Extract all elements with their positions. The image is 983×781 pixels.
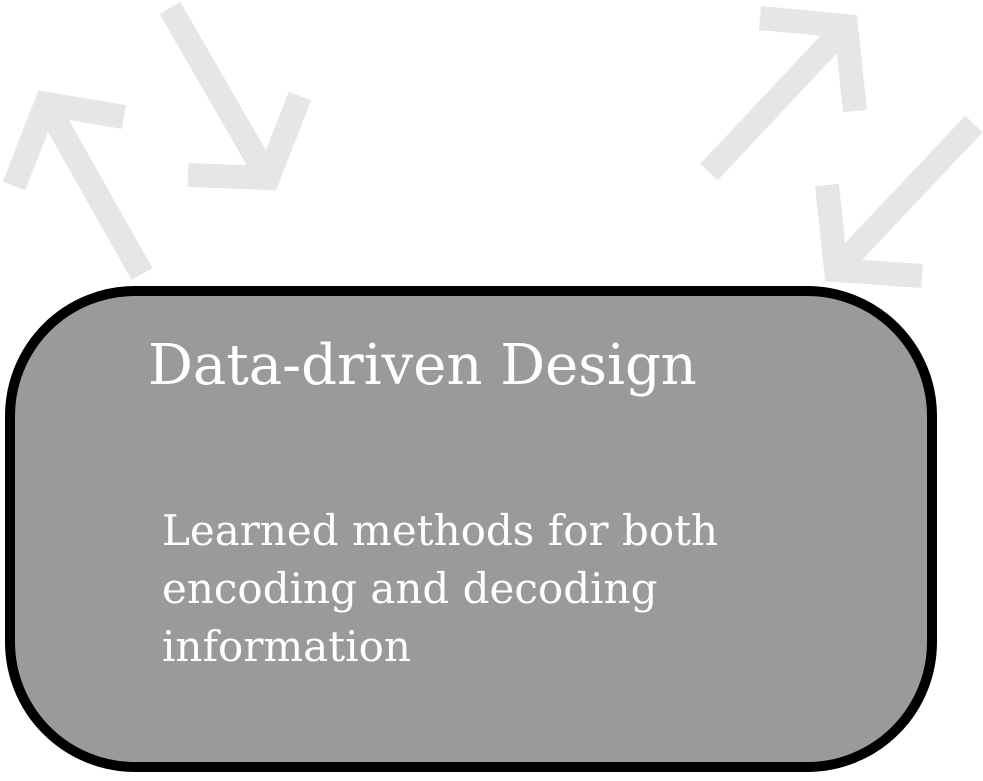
card-description: Learned methods for both encoding and de… [162,506,719,671]
arrow-up-left-icon [2,90,153,280]
arrow-down-right-icon [159,2,312,191]
card-title: Data-driven Design [148,333,697,398]
arrow-down-left-icon [815,115,983,288]
arrow-up-right-icon [700,6,867,181]
data-driven-design-card: Data-driven Design Learned methods for b… [5,286,937,772]
